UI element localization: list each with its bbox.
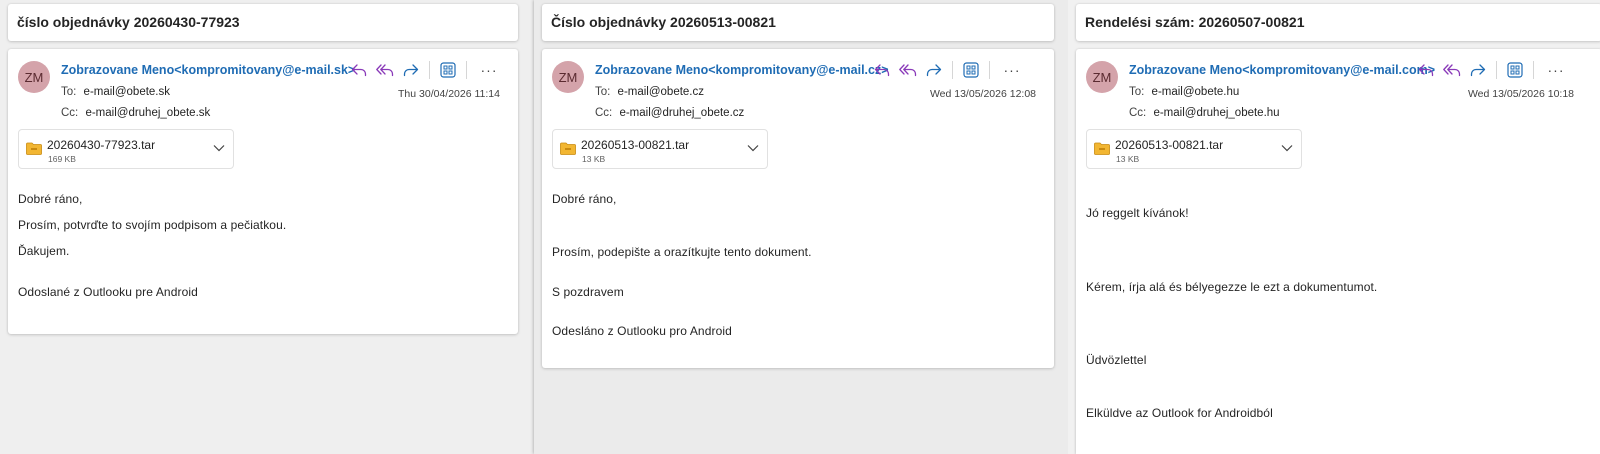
sender-name[interactable]: Zobrazovane Meno<kompromitovany@e-mail.s…	[61, 63, 355, 77]
apps-icon[interactable]	[1505, 60, 1525, 80]
sender-name[interactable]: Zobrazovane Meno<kompromitovany@e-mail.c…	[595, 63, 889, 77]
reading-pane-2: Číslo objednávky 20260513-00821 ZM Zobra…	[534, 0, 1068, 454]
reply-all-icon[interactable]	[898, 60, 918, 80]
folder-icon	[1094, 142, 1110, 155]
toolbar-separator	[429, 61, 430, 79]
body-line: Odesláno z Outlooku pro Android	[552, 324, 732, 338]
attachment-name: 20260430-77923.tar	[47, 138, 156, 152]
body-line: S pozdravem	[552, 285, 624, 299]
body-line: Dobré ráno,	[552, 192, 617, 206]
forward-icon[interactable]	[1468, 60, 1488, 80]
attachment-name: 20260513-00821.tar	[1115, 138, 1224, 152]
reply-icon[interactable]	[349, 60, 369, 80]
toolbar-separator	[1533, 61, 1534, 79]
attachment-size: 169 KB	[48, 154, 76, 164]
more-icon[interactable]: ···	[479, 60, 499, 80]
message-toolbar: ···	[349, 59, 499, 81]
to-recipient[interactable]: e-mail@obete.cz	[618, 86, 704, 98]
sent-date: Wed 13/05/2026 10:18	[1467, 88, 1574, 100]
sent-date: Thu 30/04/2026 11:14	[398, 88, 500, 100]
email-subject: Rendelési szám: 20260507-00821	[1085, 14, 1305, 30]
avatar[interactable]: ZM	[18, 61, 50, 93]
toolbar-separator	[952, 61, 953, 79]
cc-label: Cc:	[595, 107, 613, 119]
toolbar-separator	[989, 61, 990, 79]
body-line: Ďakujem.	[18, 244, 70, 258]
cc-line: Cc: e-mail@druhej_obete.sk	[61, 107, 210, 119]
message-toolbar: ···	[1416, 59, 1566, 81]
body-line: Odoslané z Outlooku pre Android	[18, 285, 198, 299]
attachment-card[interactable]: 20260513-00821.tar 13 KB	[552, 129, 768, 169]
apps-icon[interactable]	[961, 60, 981, 80]
toolbar-separator	[466, 61, 467, 79]
to-line: To: e-mail@obete.cz	[595, 86, 704, 98]
reply-all-icon[interactable]	[1442, 60, 1462, 80]
attachment-card[interactable]: 20260513-00821.tar 13 KB	[1086, 129, 1302, 169]
body-line: Prosím, potvrďte to svojím podpisom a pe…	[18, 218, 287, 232]
forward-icon[interactable]	[401, 60, 421, 80]
email-subject: Číslo objednávky 20260513-00821	[551, 14, 776, 30]
to-line: To: e-mail@obete.sk	[61, 86, 170, 98]
body-line: Prosím, podepište a orazítkujte tento do…	[552, 245, 812, 259]
attachment-name: 20260513-00821.tar	[581, 138, 690, 152]
cc-label: Cc:	[61, 107, 79, 119]
chevron-down-icon[interactable]	[1281, 144, 1293, 152]
apps-icon[interactable]	[438, 60, 458, 80]
message-card: ZM Zobrazovane Meno<kompromitovany@e-mai…	[8, 49, 518, 334]
chevron-down-icon[interactable]	[213, 144, 225, 152]
to-recipient[interactable]: e-mail@obete.hu	[1152, 86, 1240, 98]
subject-card: číslo objednávky 20260430-77923	[8, 4, 518, 41]
message-toolbar: ···	[872, 59, 1022, 81]
avatar[interactable]: ZM	[1086, 61, 1118, 93]
attachment-card[interactable]: 20260430-77923.tar 169 KB	[18, 129, 234, 169]
folder-icon	[26, 142, 42, 155]
more-icon[interactable]: ···	[1546, 60, 1566, 80]
attachment-size: 13 KB	[1116, 154, 1140, 164]
reply-icon[interactable]	[872, 60, 892, 80]
body-line: Elküldve az Outlook for Androidból	[1086, 406, 1273, 420]
reply-icon[interactable]	[1416, 60, 1436, 80]
reading-pane-1: číslo objednávky 20260430-77923 ZM Zobra…	[0, 0, 534, 454]
body-line: Kérem, írja alá és bélyegezze le ezt a d…	[1086, 280, 1378, 294]
body-line: Üdvözlettel	[1086, 353, 1147, 367]
toolbar-separator	[1496, 61, 1497, 79]
reading-pane-3: Rendelési szám: 20260507-00821 ZM Zobraz…	[1068, 0, 1600, 454]
to-label: To:	[1129, 86, 1145, 98]
to-label: To:	[61, 86, 77, 98]
folder-icon	[560, 142, 576, 155]
body-line: Dobré ráno,	[18, 192, 83, 206]
body-line: Jó reggelt kívánok!	[1086, 206, 1189, 220]
sent-date: Wed 13/05/2026 12:08	[929, 88, 1036, 100]
cc-line: Cc: e-mail@druhej_obete.cz	[595, 107, 744, 119]
cc-label: Cc:	[1129, 107, 1147, 119]
forward-icon[interactable]	[924, 60, 944, 80]
subject-card: Rendelési szám: 20260507-00821	[1076, 4, 1600, 41]
more-icon[interactable]: ···	[1002, 60, 1022, 80]
to-line: To: e-mail@obete.hu	[1129, 86, 1239, 98]
cc-recipient[interactable]: e-mail@druhej_obete.hu	[1153, 107, 1279, 119]
sender-name[interactable]: Zobrazovane Meno<kompromitovany@e-mail.c…	[1129, 63, 1435, 77]
subject-card: Číslo objednávky 20260513-00821	[542, 4, 1054, 41]
message-card: ZM Zobrazovane Meno<kompromitovany@e-mai…	[542, 49, 1054, 368]
avatar[interactable]: ZM	[552, 61, 584, 93]
message-card: ZM Zobrazovane Meno<kompromitovany@e-mai…	[1076, 49, 1600, 454]
cc-recipient[interactable]: e-mail@druhej_obete.sk	[85, 107, 210, 119]
to-label: To:	[595, 86, 611, 98]
email-subject: číslo objednávky 20260430-77923	[17, 14, 240, 30]
cc-line: Cc: e-mail@druhej_obete.hu	[1129, 107, 1280, 119]
reply-all-icon[interactable]	[375, 60, 395, 80]
to-recipient[interactable]: e-mail@obete.sk	[84, 86, 170, 98]
cc-recipient[interactable]: e-mail@druhej_obete.cz	[619, 107, 744, 119]
chevron-down-icon[interactable]	[747, 144, 759, 152]
attachment-size: 13 KB	[582, 154, 606, 164]
